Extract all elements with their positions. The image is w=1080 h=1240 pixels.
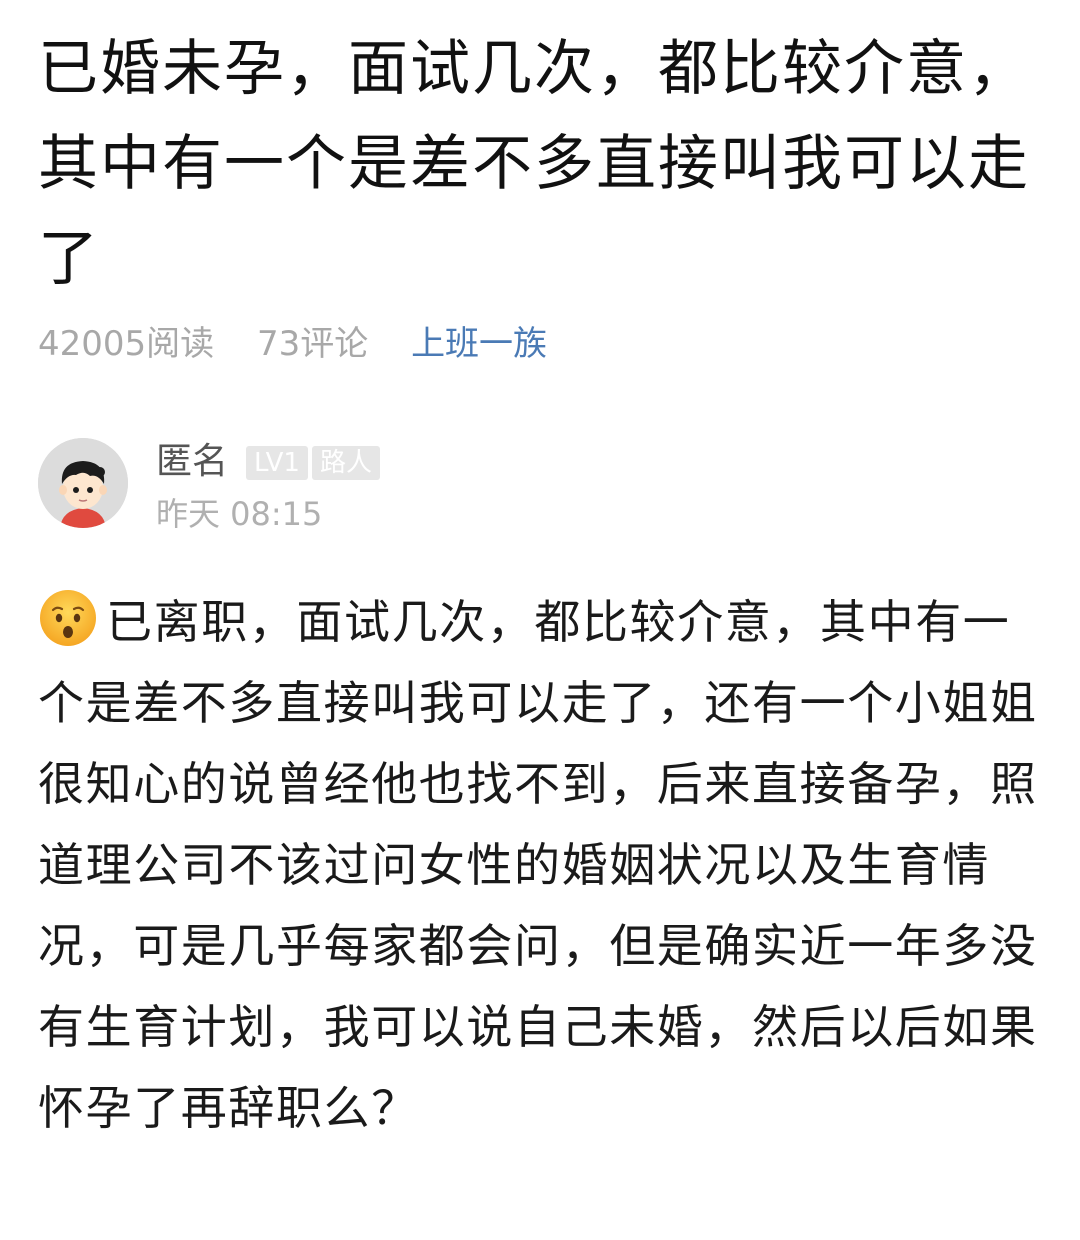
hushed-face-emoji-icon [40, 590, 96, 646]
level-badge: LV1 [246, 446, 308, 480]
read-count: 42005阅读 [38, 323, 215, 364]
post-meta: 42005阅读 73评论 上班一族 [38, 318, 547, 368]
post-timestamp: 昨天 08:15 [156, 495, 323, 533]
topic-link[interactable]: 上班一族 [411, 320, 547, 368]
post-body: 已离职，面试几次，都比较介意，其中有一个是差不多直接叫我可以走了，还有一个小姐姐… [38, 582, 1048, 1149]
cartoon-boy-avatar-icon [38, 438, 128, 528]
post-title: 已婚未孕，面试几次，都比较介意，其中有一个是差不多直接叫我可以走了 [38, 34, 1030, 294]
author-avatar[interactable] [38, 438, 128, 528]
comment-count[interactable]: 73评论 [257, 320, 368, 368]
role-badge: 路人 [312, 446, 381, 480]
author-info: 匿名 LV1 路人 昨天 08:15 [38, 436, 738, 536]
author-name[interactable]: 匿名 [156, 438, 228, 486]
post-page: 已婚未孕，面试几次，都比较介意，其中有一个是差不多直接叫我可以走了 42005阅… [0, 0, 1080, 1240]
post-body-text: 已离职，面试几次，都比较介意，其中有一个是差不多直接叫我可以走了，还有一个小姐姐… [38, 595, 1038, 1135]
